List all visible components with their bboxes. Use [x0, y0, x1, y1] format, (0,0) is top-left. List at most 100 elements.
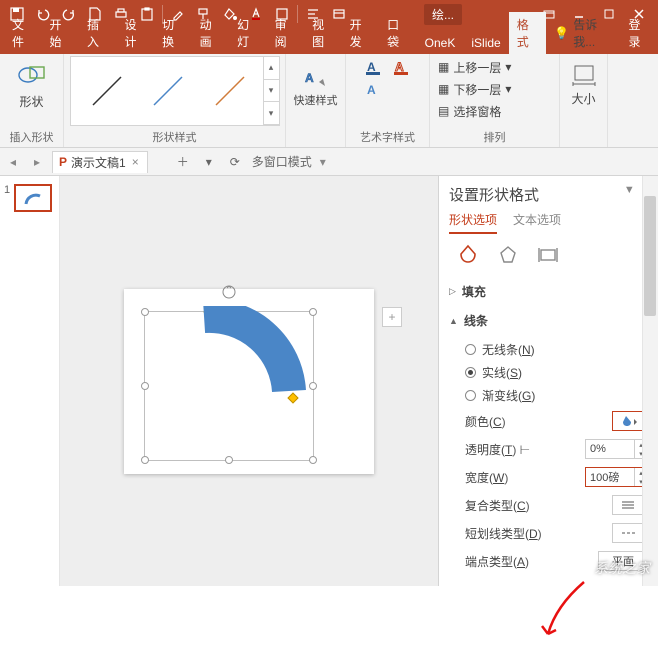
slide-thumbnail-1[interactable] [14, 184, 52, 212]
transparency-input[interactable]: ▴▾ [585, 439, 648, 459]
color-label: 颜色(C) [465, 413, 506, 430]
tab-file[interactable]: 文件 [4, 12, 42, 54]
shapes-gallery-button[interactable]: 形状 [9, 56, 55, 112]
slide-number: 1 [4, 184, 10, 212]
transparency-label: 透明度(T) ⊢ [465, 441, 530, 458]
tab-login[interactable]: 登录 [620, 12, 658, 54]
resize-handle[interactable] [141, 308, 149, 316]
annotation-arrow [536, 576, 596, 646]
tab-format[interactable]: 格式 [509, 12, 547, 54]
doc-menu-button[interactable]: ▾ [200, 153, 218, 171]
tab-islide[interactable]: iSlide [463, 32, 508, 54]
add-placeholder-button[interactable]: + [382, 307, 402, 327]
dash-label: 短划线类型(D) [465, 525, 542, 542]
tab-transitions[interactable]: 切换 [154, 12, 192, 54]
tab-design[interactable]: 设计 [117, 12, 155, 54]
panel-options-button[interactable]: ▼ [624, 184, 635, 197]
svg-text:A: A [367, 60, 376, 74]
group-label: 排列 [436, 129, 553, 147]
svg-text:A: A [367, 83, 376, 97]
close-doc-button[interactable]: × [130, 155, 141, 169]
tab-review[interactable]: 审阅 [267, 12, 305, 54]
new-doc-button[interactable]: ＋ [174, 153, 192, 171]
refresh-button[interactable]: ⟳ [226, 153, 244, 171]
powerpoint-icon: P [59, 155, 67, 169]
line-section-header[interactable]: ▲线条 [449, 309, 648, 332]
shape-options-tab[interactable]: 形状选项 [449, 211, 497, 234]
multiwindow-label[interactable]: 多窗口模式 [252, 153, 312, 170]
no-line-radio[interactable]: 无线条(N) [465, 338, 648, 361]
svg-text:A: A [395, 60, 404, 74]
send-backward-button[interactable]: ▦下移一层▾ [436, 78, 553, 100]
panel-title: 设置形状格式 [449, 184, 648, 205]
resize-handle[interactable] [309, 456, 317, 464]
ribbon-group-quick-styles: A 快速样式 [286, 54, 346, 147]
cap-label: 端点类型(A) [465, 553, 529, 570]
tab-developer[interactable]: 开发 [342, 12, 380, 54]
size-button[interactable]: 大小 [561, 56, 607, 112]
tab-slideshow[interactable]: 幻灯 [229, 12, 267, 54]
width-label: 宽度(W) [465, 469, 508, 486]
resize-handle[interactable] [309, 382, 317, 390]
ribbon-group-shape-styles: ▴▾▾ 形状样式 [64, 54, 286, 147]
text-options-tab[interactable]: 文本选项 [513, 211, 561, 234]
shapes-label: 形状 [19, 93, 43, 110]
size-label: 大小 [571, 90, 595, 107]
arc-shape[interactable] [189, 306, 309, 406]
format-shape-panel: ▼ ✕ 设置形状格式 形状选项 文本选项 ▷填充 ▲线条 无线条(N) 实线(S… [438, 176, 658, 586]
document-tab-bar: ◂ ▸ P 演示文稿1 × ＋ ▾ ⟳ 多窗口模式 ▾ [0, 148, 658, 176]
group-label: 插入形状 [6, 129, 57, 147]
rotate-handle[interactable] [221, 284, 237, 300]
shape-selection[interactable] [144, 311, 314, 461]
slide: + [124, 289, 374, 474]
fill-line-icon[interactable] [457, 244, 479, 266]
doc-prev-button[interactable]: ◂ [4, 153, 22, 171]
ribbon-group-wordart: A A A 艺术字样式 [346, 54, 430, 147]
workspace: 1 + [0, 176, 658, 586]
resize-handle[interactable] [141, 382, 149, 390]
fill-section-header[interactable]: ▷填充 [449, 280, 648, 303]
text-fill-button[interactable]: A [361, 56, 387, 78]
resize-handle[interactable] [225, 456, 233, 464]
doc-next-button[interactable]: ▸ [28, 153, 46, 171]
selection-pane-button[interactable]: ▤选择窗格 [436, 100, 553, 122]
slide-thumbnails: 1 [0, 176, 60, 586]
ribbon-group-size: 大小 [560, 54, 608, 147]
tab-insert[interactable]: 插入 [79, 12, 117, 54]
tab-pocket[interactable]: 口袋 [379, 12, 417, 54]
text-outline-button[interactable]: A [389, 56, 415, 78]
size-props-icon[interactable] [537, 244, 559, 266]
selection-pane-icon: ▤ [438, 104, 449, 118]
solid-line-radio[interactable]: 实线(S) [465, 361, 648, 384]
slide-canvas[interactable]: + [60, 176, 438, 586]
tab-view[interactable]: 视图 [304, 12, 342, 54]
text-effects-button[interactable]: A [361, 78, 387, 100]
resize-handle[interactable] [141, 456, 149, 464]
gradient-line-radio[interactable]: 渐变线(G) [465, 384, 648, 407]
quick-styles-label: 快速样式 [294, 92, 338, 108]
group-label: 艺术字样式 [352, 129, 423, 147]
send-backward-icon: ▦ [438, 82, 449, 96]
bring-forward-button[interactable]: ▦上移一层▾ [436, 56, 553, 78]
resize-handle[interactable] [309, 308, 317, 316]
bulb-icon: 💡 [554, 26, 569, 40]
panel-scrollbar[interactable] [642, 176, 658, 586]
document-name: 演示文稿1 [71, 154, 126, 171]
tell-me[interactable]: 💡告诉我... [546, 12, 620, 54]
window-title: 绘... [424, 4, 462, 25]
svg-text:A: A [305, 71, 314, 85]
gallery-scroll[interactable]: ▴▾▾ [263, 57, 279, 125]
effects-icon[interactable] [497, 244, 519, 266]
group-label: 形状样式 [70, 129, 279, 147]
bring-forward-icon: ▦ [438, 60, 449, 74]
tab-onekey[interactable]: OneK [417, 32, 464, 54]
ribbon-group-insert-shape: 形状 插入形状 [0, 54, 64, 147]
ribbon-tabs: 文件 开始 插入 设计 切换 动画 幻灯 审阅 视图 开发 口袋 OneK iS… [0, 28, 658, 54]
document-tab[interactable]: P 演示文稿1 × [52, 151, 148, 173]
cap-type-combo[interactable]: 平面 [598, 551, 648, 571]
width-input[interactable]: ▴▾ [585, 467, 648, 487]
tab-home[interactable]: 开始 [42, 12, 80, 54]
shape-style-gallery[interactable]: ▴▾▾ [70, 56, 280, 126]
quick-styles-button[interactable]: A 快速样式 [293, 56, 339, 112]
tab-animations[interactable]: 动画 [192, 12, 230, 54]
